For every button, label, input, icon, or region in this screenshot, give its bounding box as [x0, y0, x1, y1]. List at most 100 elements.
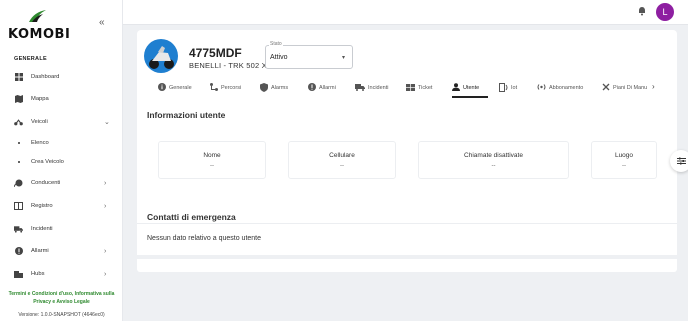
sidebar-item-conducenti[interactable]: Conducenti › [0, 174, 123, 192]
filter-sliders-icon[interactable] [670, 150, 688, 172]
register-icon [14, 202, 23, 211]
field-value: -- [622, 163, 626, 169]
brand-name: KOMOBI [8, 27, 71, 42]
vehicle-plate: 4775MDF [189, 46, 242, 60]
sidebar-item-label: Crea Veicolo [31, 159, 64, 165]
chevron-right-icon: › [104, 247, 107, 255]
tab-label: Generale [169, 85, 192, 91]
sidebar-item-hubs[interactable]: Hubs › [0, 265, 123, 283]
vehicle-photo [144, 39, 178, 73]
tab-ticket[interactable]: Ticket [406, 78, 432, 98]
shield-icon [260, 82, 268, 94]
chevron-right-icon: › [104, 202, 107, 210]
topbar [123, 0, 688, 25]
divider [137, 223, 677, 224]
section-title: Contatti di emergenza [147, 212, 236, 222]
sidebar-item-label: Dashboard [31, 74, 60, 80]
stato-label: Stato [269, 41, 283, 47]
scooter-icon [14, 118, 23, 127]
card-footer [137, 259, 677, 272]
sidebar-subitem-elenco[interactable]: Elenco [0, 134, 123, 152]
chevron-down-icon: ⌄ [104, 119, 110, 126]
sidebar-item-dashboard[interactable]: Dashboard [0, 68, 123, 86]
sidebar-item-incidenti[interactable]: Incidenti [0, 220, 123, 238]
sidebar-item-label: Registro [31, 203, 53, 209]
tab-abbonamento[interactable]: Abbonamento [537, 78, 583, 98]
chevron-down-icon: ▾ [342, 55, 346, 61]
tab-alarms[interactable]: Alarms [260, 78, 288, 98]
sidebar: KOMOBI « GENERALE Dashboard Mappa Veicol… [0, 0, 123, 321]
tab-label: Ticket [418, 85, 433, 91]
signal-icon [537, 83, 546, 93]
tab-label: Piani Di Manu [613, 85, 648, 91]
sidebar-item-label: Allarmi [31, 248, 49, 254]
chevron-right-icon: › [104, 270, 107, 278]
sidebar-item-registro[interactable]: Registro › [0, 197, 123, 215]
tab-label: Incidenti [368, 85, 389, 91]
sidebar-subitem-crea-veicolo[interactable]: Crea Veicolo [0, 153, 123, 171]
route-icon [210, 83, 218, 93]
alert-icon [14, 247, 23, 256]
sidebar-item-label: Conducenti [31, 180, 61, 186]
tools-icon [602, 83, 610, 93]
field-value: -- [210, 163, 214, 169]
tab-percorsi[interactable]: Percorsi [210, 78, 241, 98]
vehicle-model: BENELLI - TRK 502 X [189, 61, 267, 70]
tab-label: Abbonamento [549, 85, 584, 91]
sidebar-item-allarmi[interactable]: Allarmi › [0, 242, 123, 260]
field-value: -- [340, 163, 344, 169]
truck-icon [14, 225, 23, 234]
sidebar-item-label: Incidenti [31, 226, 53, 232]
alert-icon [308, 83, 316, 93]
info-field-luogo: Luogo -- [591, 141, 657, 179]
tab-label: Utente [463, 85, 480, 91]
info-field-chiamate-disattivate: Chiamate disattivate -- [418, 141, 569, 179]
sidebar-item-label: Mappa [31, 96, 49, 102]
tab-label: Allarmi [319, 85, 336, 91]
tab-generale[interactable]: Generale [158, 78, 192, 98]
sidebar-item-veicoli[interactable]: Veicoli ⌄ [0, 113, 123, 131]
avatar[interactable]: L [656, 3, 674, 21]
sidebar-item-label: Hubs [31, 271, 45, 277]
dashboard-icon [14, 73, 23, 82]
empty-state-text: Nessun dato relativo a questo utente [147, 235, 262, 242]
info-field-nome: Nome -- [158, 141, 266, 179]
chevron-right-icon[interactable]: › [652, 82, 655, 91]
section-title: Informazioni utente [147, 110, 226, 120]
logo: KOMOBI [8, 8, 72, 42]
section-label: GENERALE [14, 56, 47, 62]
ticket-icon [406, 83, 415, 93]
collapse-sidebar-icon[interactable]: « [99, 17, 105, 28]
person-icon [452, 83, 460, 93]
bell-icon[interactable] [637, 6, 647, 18]
tab-iot[interactable]: Iot [499, 78, 517, 98]
tab-piani-di-manutenzione[interactable]: Piani Di Manu [602, 78, 647, 98]
bullet-icon [18, 142, 20, 144]
bullet-icon [18, 161, 20, 163]
sidebar-item-label: Veicoli [31, 119, 48, 125]
info-icon [158, 83, 166, 93]
tab-label: Percorsi [221, 85, 242, 91]
tab-allarmi[interactable]: Allarmi [308, 78, 336, 98]
iot-icon [499, 82, 508, 94]
truck-icon [355, 83, 365, 93]
tab-incidenti[interactable]: Incidenti [355, 78, 389, 98]
field-value: -- [491, 163, 496, 169]
hub-icon [14, 270, 23, 279]
stato-value: Attivo [270, 54, 288, 61]
chevron-right-icon: › [104, 179, 107, 187]
sidebar-item-mappa[interactable]: Mappa [0, 90, 123, 108]
field-label: Luogo [614, 152, 634, 159]
tab-label: Alarms [271, 85, 289, 91]
drivers-icon [14, 179, 23, 188]
map-icon [14, 95, 23, 104]
info-field-cellulare: Cellulare -- [288, 141, 396, 179]
legal-links[interactable]: Termini e Condizioni d'uso, Informativa … [0, 290, 123, 306]
version-text: Versione: 1.0.0-SNAPSHOT (4646ec0) [18, 312, 105, 318]
tab-utente[interactable]: Utente [452, 78, 479, 98]
sidebar-item-label: Elenco [31, 140, 49, 146]
field-label: Chiamate disattivate [464, 152, 523, 159]
field-label: Cellulare [329, 152, 355, 159]
logo-mark-icon [29, 10, 46, 22]
tab-label: Iot [511, 85, 518, 91]
